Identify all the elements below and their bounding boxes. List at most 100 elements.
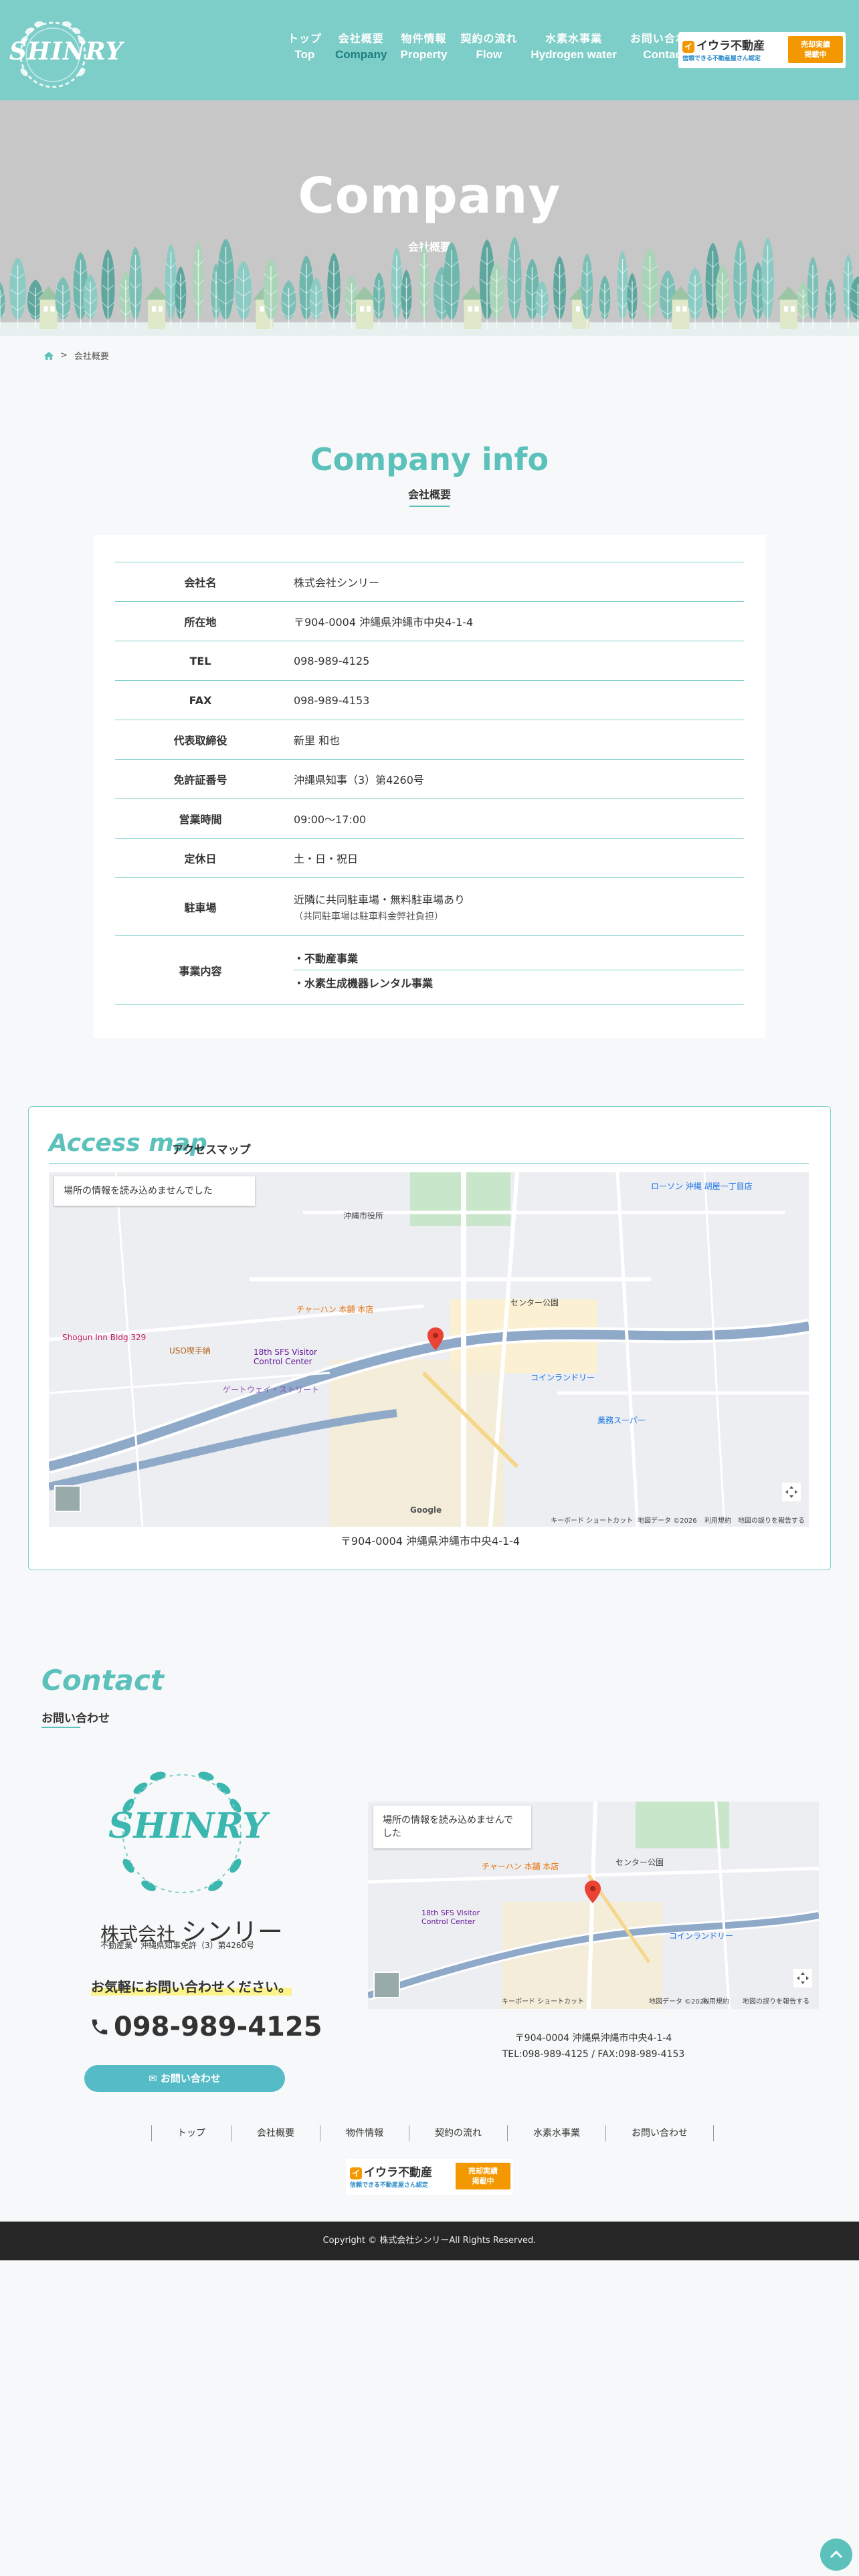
row-value: 近隣に共同駐車場・無料駐車場あり xyxy=(294,893,466,906)
footer-link-flow[interactable]: 契約の流れ xyxy=(409,2125,508,2141)
phone-icon xyxy=(92,2019,108,2035)
nav-flow[interactable]: 契約の流れ Flow xyxy=(454,29,524,62)
hero-banner: Company 会社概要 xyxy=(0,100,859,336)
nav-top[interactable]: トップ Top xyxy=(281,29,328,62)
footer-nav: トップ 会社概要 物件情報 契約の流れ 水素水事業 お問い合わせ xyxy=(151,2125,714,2141)
hero-title: Company xyxy=(298,167,561,225)
map-label: センター公園 xyxy=(615,1858,664,1867)
nav-hydrogen-jp: 水素水事業 xyxy=(545,32,603,45)
ieul-mark-icon: イ xyxy=(350,2167,362,2179)
contact-address: 〒904-0004 沖縄県沖縄市中央4-1-4 xyxy=(514,2033,672,2044)
contact-subtitle: お問い合わせ xyxy=(41,1712,110,1725)
footer-ieul-banner[interactable]: イイウラ不動産 信頼できる不動産屋さん認定 売却実績 掲載中 xyxy=(346,2159,513,2195)
site-header: SHINRY トップ Top 会社概要 Company 物件情報 Property 契… xyxy=(0,0,859,100)
row-label: 駐車場 xyxy=(184,901,217,914)
contact-map-notice-card: 場所の情報を読み込めませんでした xyxy=(373,1806,531,1848)
page-top-button[interactable] xyxy=(820,2539,852,2571)
row-label: 代表取締役 xyxy=(173,734,227,747)
map-label: 18th SFS Visitor Control Center xyxy=(254,1348,317,1366)
row-value: 09:00～17:00 xyxy=(294,813,367,826)
breadcrumb: > 会社概要 xyxy=(44,349,109,362)
ieul-sub: 信頼できる不動産屋さん認定 xyxy=(350,2182,428,2189)
row-value: 新里 和也 xyxy=(294,734,341,747)
business-cell: ・不動産事業 ・水素生成機器レンタル事業 xyxy=(286,936,744,1005)
nav-hydrogen-en: Hydrogen water xyxy=(531,48,617,61)
breadcrumb-current: 会社概要 xyxy=(74,352,109,362)
phone-number: 098-989-4125 xyxy=(114,2012,322,2042)
row-value-cell: 近隣に共同駐車場・無料駐車場あり （共同駐車場は駐車料金弊社負担） xyxy=(286,878,744,936)
row-label: 会社名 xyxy=(184,576,217,589)
row-value: 〒904-0004 沖縄県沖縄市中央4-1-4 xyxy=(294,616,474,629)
nav-company[interactable]: 会社概要 Company xyxy=(328,29,393,62)
map-label: USO喫手納 xyxy=(169,1346,211,1356)
company-info-title: Company info xyxy=(310,441,549,477)
google-map[interactable]: 場所の情報を読み込めませんでした 沖縄市役所 センター公園 ローソン 沖縄 胡屋… xyxy=(49,1172,809,1527)
table-row: 事業内容 ・不動産事業 ・水素生成機器レンタル事業 xyxy=(115,935,744,1005)
row-value: 株式会社シンリー xyxy=(294,576,380,589)
contact-phone[interactable]: 098-989-4125 xyxy=(90,2012,322,2042)
nav-property[interactable]: 物件情報 Property xyxy=(393,29,454,62)
ieul-banner[interactable]: イイウラ不動産 信頼できる不動産屋さん認定 売却実績 掲載中 xyxy=(678,32,846,68)
ieul-badge: 売却実績 掲載中 xyxy=(788,36,843,63)
row-label: FAX xyxy=(189,693,212,707)
map-report[interactable]: 地図の誤りを報告する xyxy=(743,1996,809,2006)
street-view-thumbnail[interactable] xyxy=(54,1485,81,1512)
map-label: ゲートウェイ・ストリート xyxy=(223,1385,320,1394)
contact-map-notice-text: 場所の情報を読み込めませんでした xyxy=(383,1815,513,1839)
contact-address-block: 〒904-0004 沖縄県沖縄市中央4-1-4 TEL:098-989-4125… xyxy=(368,2030,819,2062)
contact-cta: お気軽にお問い合わせください。 xyxy=(91,1976,292,1996)
home-icon[interactable] xyxy=(44,351,54,360)
map-marker-icon[interactable] xyxy=(427,1327,444,1350)
row-value: 098-989-4153 xyxy=(294,693,370,707)
street-view-thumbnail[interactable] xyxy=(373,1971,400,1998)
map-terms[interactable]: 利用規約 xyxy=(704,1515,731,1525)
map-report[interactable]: 地図の誤りを報告する xyxy=(738,1515,805,1525)
row-label: TEL xyxy=(189,654,211,667)
footer-link-company[interactable]: 会社概要 xyxy=(231,2125,320,2141)
table-row: 代表取締役 新里 和也 xyxy=(115,720,744,760)
company-info-subtitle: 会社概要 xyxy=(407,488,451,501)
table-row: TEL 098-989-4125 xyxy=(115,641,744,681)
ieul-badge-line2: 掲載中 xyxy=(804,50,827,59)
ieul-badge: 売却実績 掲載中 xyxy=(456,2163,510,2189)
logo-text[interactable]: SHINRY xyxy=(9,37,122,66)
contact-title: Contact xyxy=(41,1664,164,1697)
nav-top-jp: トップ xyxy=(288,32,322,45)
map-label: センター公園 xyxy=(510,1298,559,1307)
ieul-badge-line1: 売却実績 xyxy=(468,2167,498,2175)
nav-company-en: Company xyxy=(335,48,387,61)
copyright-text: Copyright © 株式会社シンリーAll Rights Reserved. xyxy=(322,2236,537,2246)
nav-property-en: Property xyxy=(400,48,448,61)
footer-link-contact[interactable]: お問い合わせ xyxy=(606,2125,714,2141)
nav-hydrogen[interactable]: 水素水事業 Hydrogen water xyxy=(524,29,623,62)
ieul-name-text: イウラ不動産 xyxy=(364,2166,432,2179)
fullscreen-icon[interactable] xyxy=(793,1969,812,1988)
footer-link-top[interactable]: トップ xyxy=(151,2125,231,2141)
forest-illustration xyxy=(0,237,859,336)
ieul-name-text: イウラ不動産 xyxy=(696,39,765,53)
map-terms[interactable]: 利用規約 xyxy=(702,1996,729,2006)
map-label: コインランドリー xyxy=(531,1373,595,1382)
map-shortcut[interactable]: キーボード ショートカット xyxy=(502,1996,584,2006)
map-data: 地図データ ©2026 xyxy=(649,1998,708,2006)
table-row: 駐車場 近隣に共同駐車場・無料駐車場あり （共同駐車場は駐車料金弊社負担） xyxy=(115,877,744,936)
row-label: 営業時間 xyxy=(179,813,222,826)
footer-link-property[interactable]: 物件情報 xyxy=(320,2125,409,2141)
footer-link-hydrogen[interactable]: 水素水事業 xyxy=(508,2125,606,2141)
access-address: 〒904-0004 沖縄県沖縄市中央4-1-4 xyxy=(340,1535,520,1547)
business-item: ・不動産事業 xyxy=(294,952,359,965)
table-row: 営業時間 09:00～17:00 xyxy=(115,798,744,839)
map-marker-icon[interactable] xyxy=(585,1881,601,1903)
access-underline xyxy=(49,1163,809,1164)
map-label: チャーハン 本舗 本店 xyxy=(482,1862,559,1871)
map-label: 業務スーパー xyxy=(597,1416,646,1425)
map-label: Shogun Inn Bldg 329 xyxy=(62,1333,147,1342)
map-shortcut[interactable]: キーボード ショートカット xyxy=(551,1515,633,1525)
table-row: 所在地 〒904-0004 沖縄県沖縄市中央4-1-4 xyxy=(115,601,744,641)
contact-button[interactable]: ✉ お問い合わせ xyxy=(84,2065,285,2092)
access-subtitle: アクセスマップ xyxy=(172,1144,251,1157)
contact-license: 不動産業 沖縄県知事免許（3）第4260号 xyxy=(100,1941,255,1950)
fullscreen-icon[interactable] xyxy=(782,1483,801,1501)
nav-property-jp: 物件情報 xyxy=(401,32,447,45)
contact-google-map[interactable]: 場所の情報を読み込めませんでした センター公園 チャーハン 本舗 本店 18th… xyxy=(368,1802,819,2009)
